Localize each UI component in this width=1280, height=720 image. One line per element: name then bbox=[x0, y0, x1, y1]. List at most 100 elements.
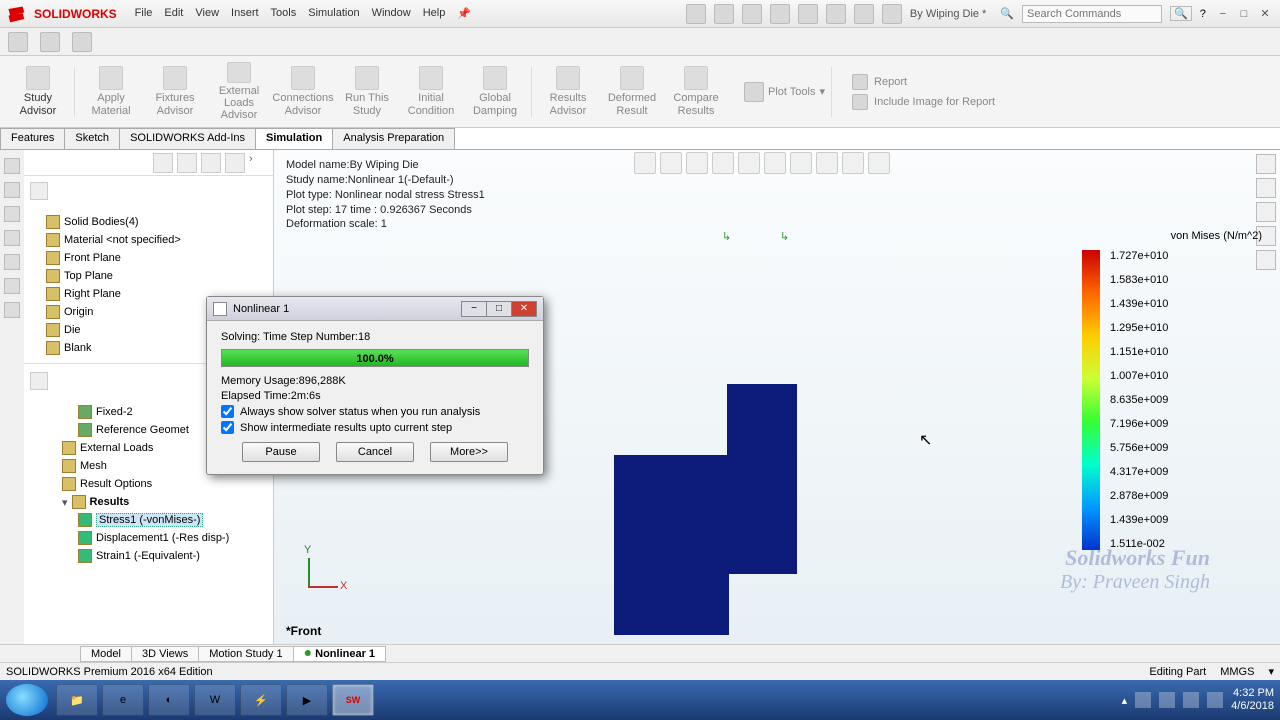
tab-sketch[interactable]: Sketch bbox=[64, 128, 120, 149]
tab-motion-study[interactable]: Motion Study 1 bbox=[198, 646, 293, 662]
record-icon[interactable] bbox=[72, 32, 92, 52]
capture-icon[interactable] bbox=[40, 32, 60, 52]
pause-button[interactable]: Pause bbox=[242, 442, 320, 462]
tab-model[interactable]: Model bbox=[80, 646, 132, 662]
start-button[interactable] bbox=[6, 684, 48, 716]
tree-item-strain[interactable]: Strain1 (-Equivalent-) bbox=[26, 547, 271, 565]
section-icon[interactable] bbox=[712, 152, 734, 174]
rebuild-icon[interactable] bbox=[854, 4, 874, 24]
help-icon[interactable]: ? bbox=[1200, 8, 1206, 20]
prev-view-icon[interactable] bbox=[686, 152, 708, 174]
filter-icon[interactable] bbox=[30, 182, 48, 200]
view-settings-icon[interactable] bbox=[868, 152, 890, 174]
options-icon[interactable] bbox=[882, 4, 902, 24]
results-advisor-button[interactable]: Results Advisor bbox=[538, 62, 598, 122]
tree-item[interactable]: Top Plane bbox=[26, 267, 271, 285]
study-advisor-button[interactable]: Study Advisor bbox=[8, 62, 68, 122]
tab-3d-views[interactable]: 3D Views bbox=[131, 646, 199, 662]
rail-icon[interactable] bbox=[4, 206, 20, 222]
tree-nav-icon[interactable] bbox=[201, 153, 221, 173]
connections-advisor-button[interactable]: Connections Advisor bbox=[273, 62, 333, 122]
checkbox-input[interactable] bbox=[221, 421, 234, 434]
tray-network-icon[interactable] bbox=[1183, 692, 1199, 708]
display-style-icon[interactable] bbox=[764, 152, 786, 174]
tray-icon[interactable] bbox=[1135, 692, 1151, 708]
search-commands-input[interactable] bbox=[1022, 5, 1162, 23]
tray-clock[interactable]: 4:32 PM4/6/2018 bbox=[1231, 687, 1274, 713]
menu-edit[interactable]: Edit bbox=[164, 7, 183, 20]
external-loads-advisor-button[interactable]: External Loads Advisor bbox=[209, 62, 269, 122]
tree-item[interactable]: Solid Bodies(4) bbox=[26, 213, 271, 231]
rail-icon[interactable] bbox=[4, 278, 20, 294]
always-show-checkbox[interactable]: Always show solver status when you run a… bbox=[221, 405, 529, 418]
menu-file[interactable]: File bbox=[135, 7, 153, 20]
menu-simulation[interactable]: Simulation bbox=[308, 7, 359, 20]
report-button[interactable]: Report bbox=[852, 74, 995, 90]
status-dropdown-icon[interactable]: ▾ bbox=[1268, 665, 1274, 678]
taskbar-explorer-icon[interactable]: 📁 bbox=[56, 684, 98, 716]
dialog-close-icon[interactable]: ✕ bbox=[511, 301, 537, 317]
show-intermediate-checkbox[interactable]: Show intermediate results upto current s… bbox=[221, 421, 529, 434]
appearances-icon[interactable] bbox=[842, 152, 864, 174]
dialog-titlebar[interactable]: Nonlinear 1 − □ ✕ bbox=[207, 297, 543, 321]
taskpane-icon[interactable] bbox=[1256, 202, 1276, 222]
taskbar-media-icon[interactable]: ▶ bbox=[286, 684, 328, 716]
screenshot-icon[interactable] bbox=[8, 32, 28, 52]
select-icon[interactable] bbox=[826, 4, 846, 24]
status-units[interactable]: MMGS bbox=[1220, 666, 1254, 678]
apply-material-button[interactable]: Apply Material bbox=[81, 62, 141, 122]
checkbox-input[interactable] bbox=[221, 405, 234, 418]
menu-window[interactable]: Window bbox=[372, 7, 411, 20]
taskpane-icon[interactable] bbox=[1256, 154, 1276, 174]
zoom-icon[interactable] bbox=[634, 152, 656, 174]
save-icon[interactable] bbox=[742, 4, 762, 24]
plot-tools-dropdown[interactable]: Plot Tools ▾ bbox=[744, 82, 825, 102]
window-close-icon[interactable]: ✕ bbox=[1256, 7, 1274, 20]
open-doc-icon[interactable] bbox=[714, 4, 734, 24]
tree-item-displacement[interactable]: Displacement1 (-Res disp-) bbox=[26, 529, 271, 547]
tree-item-results[interactable]: ▾Results bbox=[26, 493, 271, 511]
taskbar-chrome-icon[interactable]: ◐ bbox=[148, 684, 190, 716]
zoom-area-icon[interactable] bbox=[660, 152, 682, 174]
window-minimize-icon[interactable]: − bbox=[1214, 8, 1232, 20]
menu-view[interactable]: View bbox=[195, 7, 219, 20]
hide-show-icon[interactable] bbox=[790, 152, 812, 174]
rail-icon[interactable] bbox=[4, 230, 20, 246]
cancel-button[interactable]: Cancel bbox=[336, 442, 414, 462]
initial-condition-button[interactable]: Initial Condition bbox=[401, 62, 461, 122]
tree-item[interactable]: Material <not specified> bbox=[26, 231, 271, 249]
new-doc-icon[interactable] bbox=[686, 4, 706, 24]
taskbar-app-icon[interactable]: ⚡ bbox=[240, 684, 282, 716]
include-image-button[interactable]: Include Image for Report bbox=[852, 94, 995, 110]
tree-nav-icon[interactable] bbox=[177, 153, 197, 173]
taskpane-icon[interactable] bbox=[1256, 178, 1276, 198]
fixtures-advisor-button[interactable]: Fixtures Advisor bbox=[145, 62, 205, 122]
taskbar-ie-icon[interactable]: e bbox=[102, 684, 144, 716]
print-icon[interactable] bbox=[770, 4, 790, 24]
view-orientation-icon[interactable] bbox=[738, 152, 760, 174]
dialog-maximize-icon[interactable]: □ bbox=[486, 301, 512, 317]
taskbar-word-icon[interactable]: W bbox=[194, 684, 236, 716]
tab-analysis-prep[interactable]: Analysis Preparation bbox=[332, 128, 455, 149]
menu-tools[interactable]: Tools bbox=[271, 7, 297, 20]
rail-icon[interactable] bbox=[4, 182, 20, 198]
filter-icon[interactable] bbox=[30, 372, 48, 390]
tab-features[interactable]: Features bbox=[0, 128, 65, 149]
tab-nonlinear-1[interactable]: ● Nonlinear 1 bbox=[293, 646, 386, 662]
tree-item-stress[interactable]: Stress1 (-vonMises-) bbox=[26, 511, 271, 529]
tree-nav-icon[interactable] bbox=[153, 153, 173, 173]
tray-icon[interactable] bbox=[1159, 692, 1175, 708]
tree-item[interactable]: Front Plane bbox=[26, 249, 271, 267]
tree-expand-icon[interactable]: › bbox=[249, 153, 269, 173]
tab-addins[interactable]: SOLIDWORKS Add-Ins bbox=[119, 128, 256, 149]
tree-item[interactable]: Result Options bbox=[26, 475, 271, 493]
undo-icon[interactable] bbox=[798, 4, 818, 24]
compare-results-button[interactable]: Compare Results bbox=[666, 62, 726, 122]
tab-simulation[interactable]: Simulation bbox=[255, 128, 333, 149]
tree-nav-icon[interactable] bbox=[225, 153, 245, 173]
dialog-minimize-icon[interactable]: − bbox=[461, 301, 487, 317]
run-study-button[interactable]: Run This Study bbox=[337, 62, 397, 122]
tray-volume-icon[interactable] bbox=[1207, 692, 1223, 708]
rail-icon[interactable] bbox=[4, 254, 20, 270]
search-go-icon[interactable]: 🔍 bbox=[1170, 6, 1192, 21]
